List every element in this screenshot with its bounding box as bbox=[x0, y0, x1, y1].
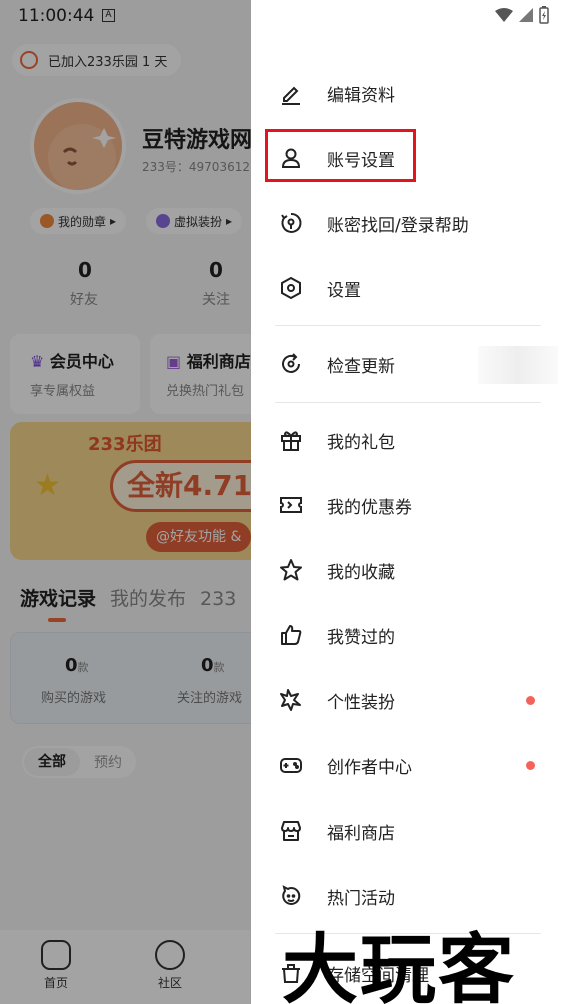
menu-creator-center[interactable]: 创作者中心 bbox=[251, 738, 565, 792]
menu-my-coupons[interactable]: 我的优惠券 bbox=[251, 478, 565, 532]
pencil-icon bbox=[282, 86, 300, 105]
menu-my-favorites[interactable]: 我的收藏 bbox=[251, 543, 565, 597]
battery-icon bbox=[539, 6, 549, 24]
ticket-icon bbox=[280, 497, 302, 513]
menu-label: 我的优惠券 bbox=[327, 497, 412, 518]
watermark: 大玩客 bbox=[282, 925, 516, 1004]
menu-my-likes[interactable]: 我赞过的 bbox=[251, 608, 565, 662]
menu-divider bbox=[275, 402, 541, 403]
smile-icon bbox=[282, 885, 301, 905]
signal-icon bbox=[519, 8, 533, 22]
menu-settings[interactable]: 设置 bbox=[251, 261, 565, 315]
sparkle-icon bbox=[280, 689, 301, 711]
menu-welfare-shop[interactable]: 福利商店 bbox=[251, 804, 565, 858]
menu-label: 账密找回/登录帮助 bbox=[327, 215, 469, 236]
hexagon-settings-icon bbox=[281, 276, 301, 300]
menu-label: 我赞过的 bbox=[327, 627, 395, 648]
menu-label: 检查更新 bbox=[327, 356, 395, 377]
unread-dot bbox=[526, 760, 535, 770]
unread-dot bbox=[526, 695, 535, 705]
status-icons bbox=[495, 6, 549, 24]
blurred-version-info bbox=[478, 346, 558, 384]
menu-label: 创作者中心 bbox=[327, 757, 412, 778]
menu-label: 福利商店 bbox=[327, 823, 395, 844]
menu-label: 我的收藏 bbox=[327, 562, 395, 583]
refresh-icon bbox=[282, 353, 300, 373]
menu-divider bbox=[275, 325, 541, 326]
thumbs-up-icon bbox=[281, 625, 302, 645]
key-help-icon bbox=[281, 212, 302, 233]
menu-label: 热门活动 bbox=[327, 888, 395, 909]
menu-my-gifts[interactable]: 我的礼包 bbox=[251, 413, 565, 467]
gamepad-icon bbox=[280, 758, 302, 773]
menu-label: 设置 bbox=[327, 280, 361, 301]
wifi-icon bbox=[495, 8, 513, 22]
star-icon bbox=[280, 559, 302, 581]
menu-label: 我的礼包 bbox=[327, 432, 395, 453]
annotation-highlight-box bbox=[265, 129, 416, 182]
menu-account-recovery[interactable]: 账密找回/登录帮助 bbox=[251, 196, 565, 250]
shop-icon bbox=[281, 821, 301, 841]
menu-personal-dressup[interactable]: 个性装扮 bbox=[251, 673, 565, 727]
gift-icon bbox=[281, 431, 301, 451]
menu-label: 编辑资料 bbox=[327, 85, 395, 106]
menu-edit-profile[interactable]: 编辑资料 bbox=[251, 66, 565, 120]
menu-label: 个性装扮 bbox=[327, 692, 395, 713]
